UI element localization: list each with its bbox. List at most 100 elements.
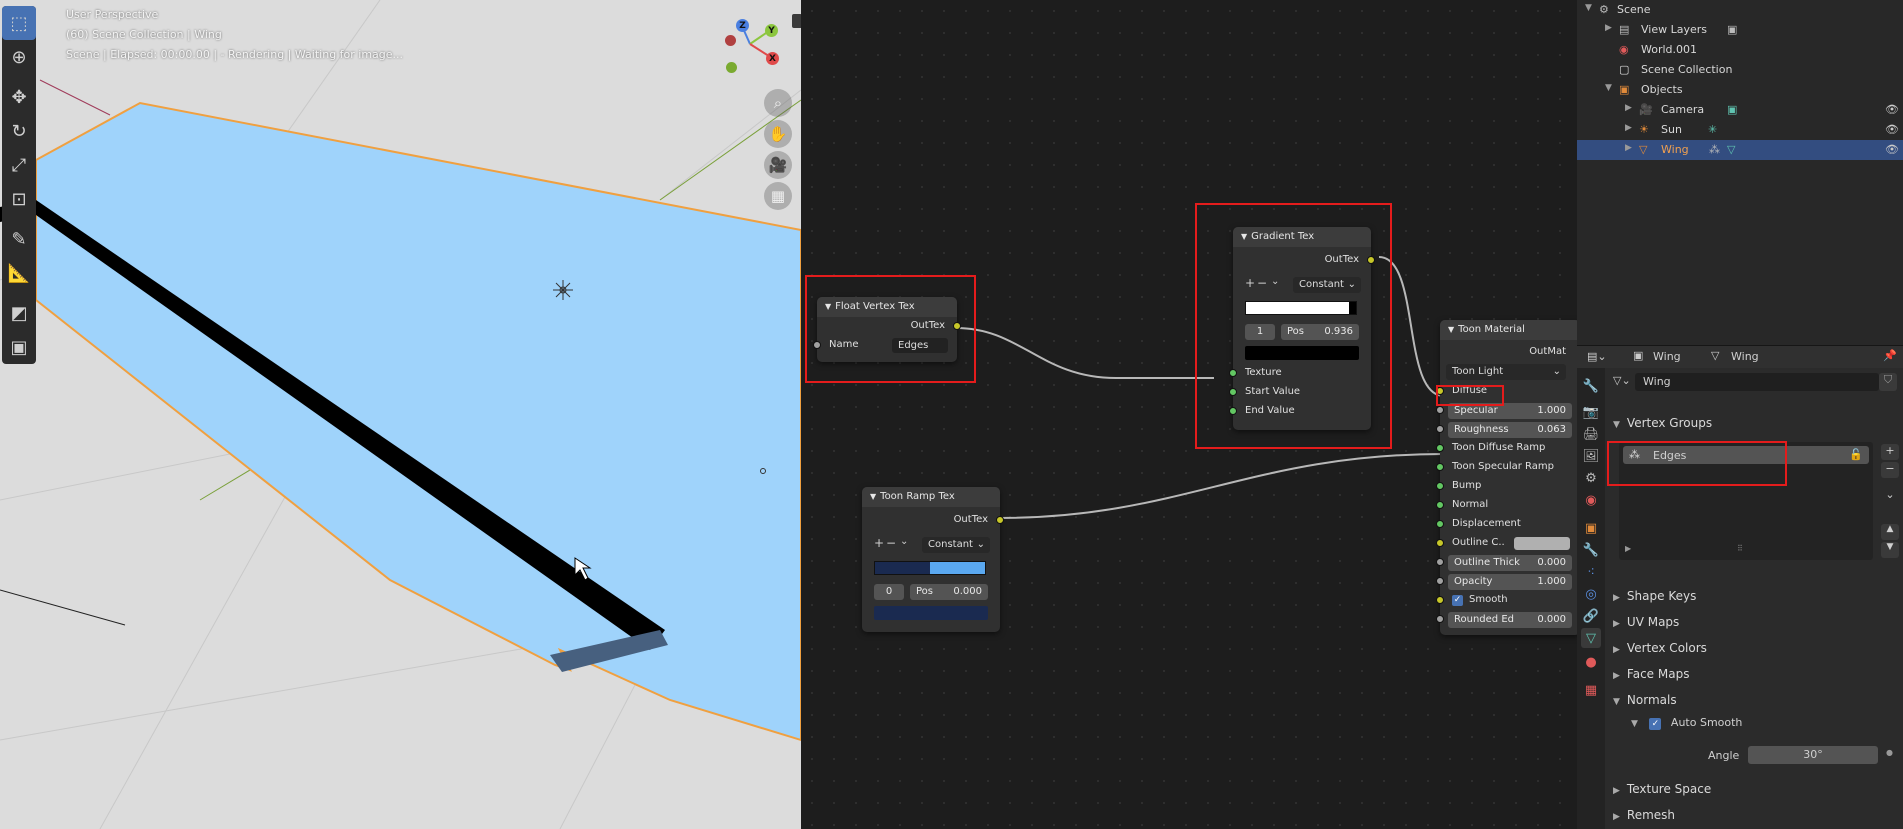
panel-uv-maps[interactable]: ▶ UV Maps	[1613, 615, 1679, 629]
node-editor[interactable]: ▼ Float Vertex Tex OutTex Name Edges ▼ Gra…	[801, 0, 1577, 829]
ramp-remove-icon[interactable]: −	[886, 536, 896, 550]
editor-type-icon[interactable]: ▤⌄	[1587, 350, 1607, 363]
outliner-row-scene-collection[interactable]: ▢ Scene Collection	[1577, 60, 1903, 80]
object-tab-icon[interactable]: ▣	[1581, 518, 1601, 538]
pin-icon[interactable]: 📌	[1883, 349, 1897, 362]
move-up-button[interactable]: ▲	[1881, 524, 1899, 540]
outliner-row-world[interactable]: ◉ World.001	[1577, 40, 1903, 60]
panel-vertex-colors[interactable]: ▶ Vertex Colors	[1613, 641, 1707, 655]
expand-arrow-icon[interactable]: ▶	[1625, 123, 1632, 133]
sidebar-toggle[interactable]	[792, 14, 801, 28]
visibility-eye-icon[interactable]: 👁	[1885, 103, 1899, 116]
ramp-menu-chevron-icon[interactable]: ⌄	[900, 536, 908, 547]
constraints-tab-icon[interactable]: 🔗	[1581, 606, 1601, 626]
loopcut-icon[interactable]: ▣	[2, 330, 36, 364]
scale-icon[interactable]: ⤢	[2, 148, 36, 182]
axis-gizmo[interactable]: Z Y X	[720, 14, 790, 84]
gizmo-z-icon[interactable]: Z	[736, 19, 749, 32]
outliner-row-view-layers[interactable]: ▶ ▤ View Layers ▣	[1577, 20, 1903, 40]
expand-arrow-icon[interactable]: ▼	[1605, 83, 1612, 93]
panel-texture-space[interactable]: ▶ Texture Space	[1613, 782, 1711, 796]
header-object-name[interactable]: Wing	[1653, 350, 1681, 363]
expand-arrow-icon[interactable]: ▶	[1605, 23, 1612, 33]
bevel-icon[interactable]: ◩	[2, 296, 36, 330]
fake-user-icon[interactable]: ⛉	[1879, 373, 1897, 391]
outliner-row-objects[interactable]: ▼ ▣ Objects	[1577, 80, 1903, 100]
input-socket[interactable]	[1436, 596, 1444, 604]
smooth-checkbox[interactable]: ✓	[1452, 595, 1463, 606]
panel-vertex-groups[interactable]: ▼ Vertex Groups	[1613, 416, 1712, 430]
ramp-stop-index[interactable]: 0	[874, 584, 904, 600]
input-socket[interactable]	[1436, 558, 1444, 566]
input-socket[interactable]	[1436, 406, 1444, 414]
panel-shape-keys[interactable]: ▶ Shape Keys	[1613, 589, 1696, 603]
outliner-row-camera[interactable]: ▶ 🎥 Camera ▣ 👁	[1577, 100, 1903, 120]
outline-color-swatch[interactable]	[1514, 537, 1570, 550]
expand-arrow-icon[interactable]: ▼	[1631, 719, 1638, 729]
subpanel-auto-smooth[interactable]: ▼ ✓ Auto Smooth	[1631, 716, 1742, 730]
keyframe-dot-icon[interactable]: ●	[1886, 748, 1893, 757]
header-data-name[interactable]: Wing	[1731, 350, 1759, 363]
remove-vertex-group-button[interactable]: −	[1881, 462, 1899, 478]
input-socket[interactable]	[1436, 539, 1444, 547]
outliner-row-sun[interactable]: ▶ ☀ Sun ✳ 👁	[1577, 120, 1903, 140]
ramp-pos-field[interactable]: Pos 0.000	[910, 584, 988, 600]
properties-editor[interactable]: ▤⌄ ▣ Wing ▽ Wing 📌 🔧 📷 🖨 🖼 ⚙ ◉ ▣ 🔧 ⁖ ◎ 🔗…	[1577, 345, 1903, 829]
opacity-field[interactable]: Opacity 1.000	[1448, 574, 1572, 590]
toon-color-ramp[interactable]	[874, 561, 986, 575]
gizmo-y-icon[interactable]: Y	[765, 24, 778, 37]
expand-arrow-icon[interactable]: ▶	[1625, 103, 1632, 113]
node-toon-material[interactable]: ▼ Toon Material OutMat Toon Light ⌄ Diffus…	[1436, 320, 1577, 635]
cursor-icon[interactable]: ⊕	[2, 40, 36, 74]
add-vertex-group-button[interactable]: +	[1881, 444, 1899, 460]
outliner-row-wing[interactable]: ▶ ▽ Wing ⁂ ▽ 👁	[1577, 140, 1903, 160]
node-toon-ramp-tex[interactable]: ▼ Toon Ramp Tex OutTex + − ⌄ Constant ⌄ 0 …	[862, 487, 1004, 632]
angle-field[interactable]: 30°	[1748, 746, 1878, 764]
interpolation-dropdown[interactable]: Constant ⌄	[922, 537, 990, 553]
texture-tab-icon[interactable]: ▦	[1581, 680, 1601, 700]
input-socket[interactable]	[1436, 425, 1444, 433]
panel-remesh[interactable]: ▶ Remesh	[1613, 808, 1675, 822]
mesh-name-field[interactable]: Wing	[1635, 373, 1879, 391]
auto-smooth-checkbox[interactable]: ✓	[1649, 718, 1662, 730]
gizmo-neg-y-icon[interactable]	[726, 62, 737, 73]
camera-icon[interactable]: 🎥	[764, 151, 792, 179]
ramp-add-icon[interactable]: +	[874, 536, 884, 550]
tool-tab-icon[interactable]: 🔧	[1581, 376, 1601, 396]
visibility-eye-icon[interactable]: 👁	[1885, 143, 1899, 156]
output-tab-icon[interactable]: 🖨	[1581, 424, 1601, 444]
expand-list-icon[interactable]: ▶	[1625, 544, 1631, 553]
gizmo-neg-x-icon[interactable]	[725, 35, 736, 46]
ramp-color-swatch[interactable]	[874, 606, 988, 620]
outline-thick-field[interactable]: Outline Thick 0.000	[1448, 555, 1572, 571]
particles-tab-icon[interactable]: ⁖	[1581, 562, 1601, 582]
panel-face-maps[interactable]: ▶ Face Maps	[1613, 667, 1689, 681]
input-socket[interactable]	[1436, 444, 1444, 452]
input-socket[interactable]	[1436, 482, 1444, 490]
node-header[interactable]: ▼ Toon Ramp Tex	[862, 487, 1000, 507]
view-layer-tab-icon[interactable]: 🖼	[1581, 446, 1601, 466]
rounded-edges-field[interactable]: Rounded Ed 0.000	[1448, 612, 1572, 628]
transform-icon[interactable]: ⊡	[2, 182, 36, 216]
input-socket[interactable]	[1436, 615, 1444, 623]
world-tab-icon[interactable]: ◉	[1581, 490, 1601, 510]
vertex-group-specials-icon[interactable]: ⌄	[1881, 488, 1899, 504]
visibility-eye-icon[interactable]: 👁	[1885, 123, 1899, 136]
scene-tab-icon[interactable]: ⚙	[1581, 468, 1601, 488]
lock-icon[interactable]: 🔓	[1849, 448, 1863, 461]
physics-tab-icon[interactable]: ◎	[1581, 584, 1601, 604]
node-header[interactable]: ▼ Toon Material	[1440, 320, 1577, 340]
move-icon[interactable]: ✥	[2, 80, 36, 114]
outliner-row-scene[interactable]: ▼ ⚙ Scene	[1577, 0, 1903, 20]
expand-arrow-icon[interactable]: ▼	[1585, 3, 1592, 13]
list-resize-grip-icon[interactable]: ⠿	[1737, 544, 1743, 553]
zoom-icon[interactable]: ⌕	[764, 89, 792, 117]
move-down-button[interactable]: ▼	[1881, 542, 1899, 558]
3d-viewport[interactable]: User Perspective (60) Scene Collection |…	[0, 0, 801, 829]
annotate-icon[interactable]: ✎	[2, 222, 36, 256]
grid-icon[interactable]: ▦	[764, 182, 792, 210]
data-tab-icon[interactable]: ▽	[1581, 628, 1601, 648]
modifier-tab-icon[interactable]: 🔧	[1581, 540, 1601, 560]
rotate-icon[interactable]: ↻	[2, 114, 36, 148]
roughness-field[interactable]: Roughness 0.063	[1448, 422, 1572, 438]
